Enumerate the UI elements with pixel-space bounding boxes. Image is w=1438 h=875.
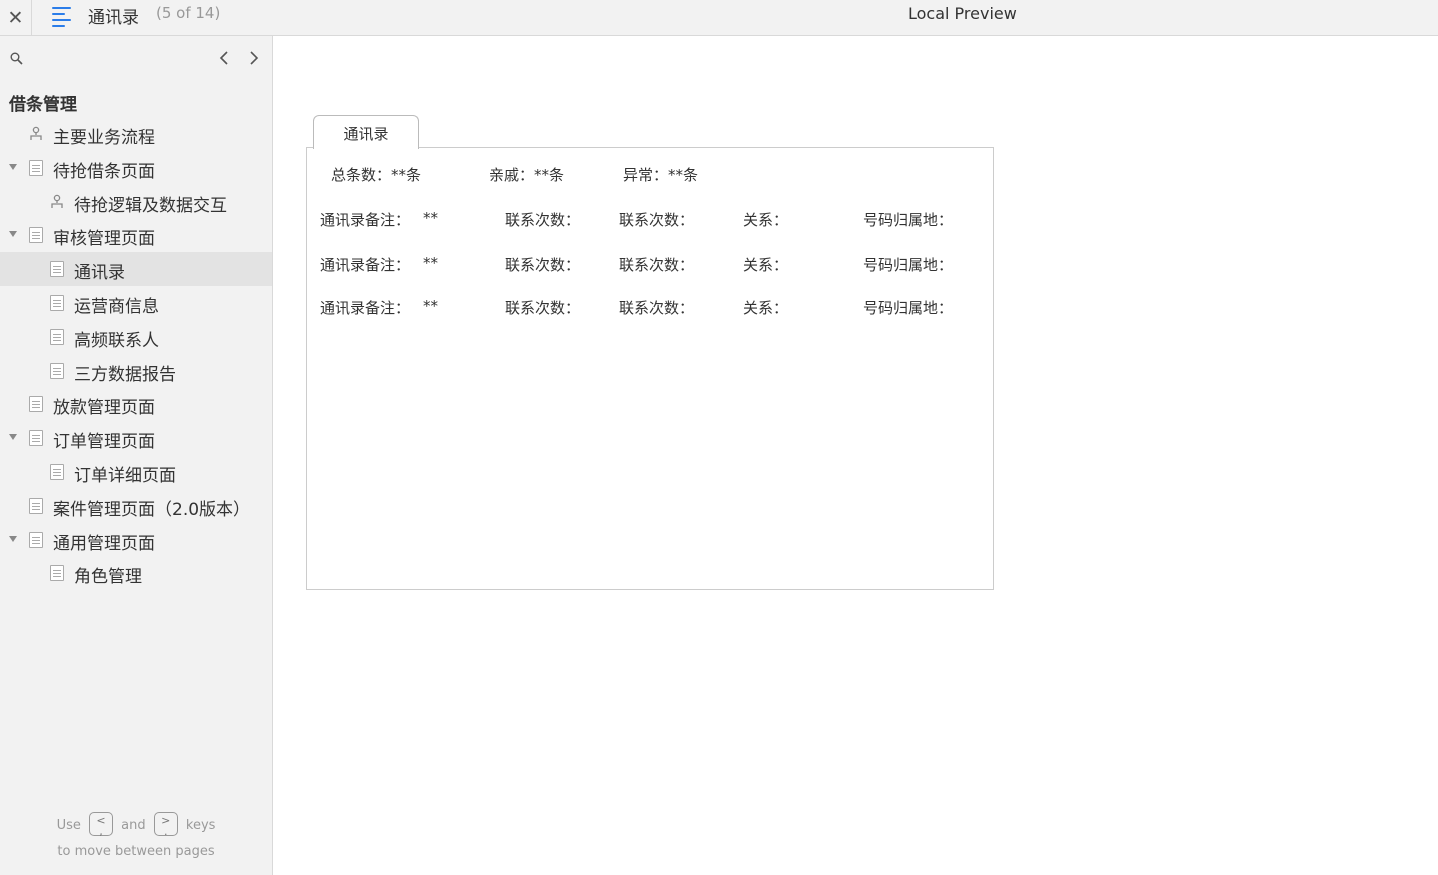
page-icon: [50, 464, 64, 480]
contact-note-value: **: [423, 297, 438, 315]
page-icon: [50, 363, 64, 379]
sidebar-item-label: 通用管理页面: [53, 534, 155, 554]
sidebar-item-label: 订单管理页面: [53, 432, 155, 452]
hint-text: and: [121, 818, 146, 833]
relation-label: 关系：: [743, 256, 789, 274]
sidebar-item-label: 审核管理页面: [53, 229, 155, 249]
sidebar-item-label: 待抢逻辑及数据交互: [74, 196, 227, 216]
sidebar-item[interactable]: 运营商信息: [0, 286, 272, 320]
expand-caret-icon[interactable]: [9, 536, 17, 542]
sidebar-item[interactable]: 角色管理: [0, 556, 272, 590]
number-location-label: 号码归属地：: [863, 256, 954, 274]
sidebar-item[interactable]: 主要业务流程: [0, 117, 272, 151]
top-bar: ✕ 通讯录 (5 of 14) Local Preview: [0, 0, 1438, 36]
flow-icon: [51, 194, 63, 208]
contact-note-label: 通讯录备注：: [320, 256, 411, 274]
previous-page-icon[interactable]: [216, 48, 232, 68]
contact-count-label: 联系次数：: [619, 211, 695, 229]
sidebar-item-label: 待抢借条页面: [53, 162, 155, 182]
sidebar-item[interactable]: 高频联系人: [0, 320, 272, 354]
summary-abnormal: 异常：**条: [623, 166, 699, 184]
sidebar-item-label: 案件管理页面（2.0版本）: [53, 500, 251, 520]
hint-text: keys: [185, 818, 216, 833]
sidebar-item-label: 运营商信息: [74, 297, 159, 317]
expand-caret-icon[interactable]: [9, 231, 17, 237]
sidebar-item-label: 三方数据报告: [74, 365, 176, 385]
number-location-label: 号码归属地：: [863, 299, 954, 317]
hint-text: Use: [56, 818, 81, 833]
page-icon: [29, 430, 43, 446]
contact-count-label: 联系次数：: [619, 256, 695, 274]
contact-count-label: 联系次数：: [505, 299, 581, 317]
keyboard-hint: Use <, and >. keys: [0, 812, 272, 837]
sidebar-item-label: 高频联系人: [74, 331, 159, 351]
contact-note-label: 通讯录备注：: [320, 211, 411, 229]
next-key-icon: >.: [153, 812, 178, 837]
tab-contacts[interactable]: 通讯录: [313, 115, 419, 149]
sidebar-item[interactable]: 通用管理页面: [0, 523, 272, 557]
sidebar-item-label: 订单详细页面: [74, 466, 176, 486]
preview-label: Local Preview: [908, 4, 1017, 23]
sidebar-item[interactable]: 案件管理页面（2.0版本）: [0, 489, 272, 523]
sidebar-item-label: 放款管理页面: [53, 398, 155, 418]
sidebar-item[interactable]: 待抢借条页面: [0, 151, 272, 185]
relation-label: 关系：: [743, 211, 789, 229]
next-page-icon[interactable]: [246, 48, 262, 68]
sidebar-item-label: 角色管理: [74, 567, 142, 587]
page-icon: [29, 532, 43, 548]
page-icon: [50, 565, 64, 581]
contacts-panel: 总条数：**条 亲戚：**条 异常：**条 通讯录备注： ** 联系次数： 联系次数：…: [306, 147, 994, 590]
sidebar-item[interactable]: 审核管理页面: [0, 218, 272, 252]
page-counter: (5 of 14): [156, 4, 221, 22]
page-icon: [50, 329, 64, 345]
sidebar-item[interactable]: 订单管理页面: [0, 421, 272, 455]
page-title: 通讯录: [88, 8, 139, 28]
menu-icon[interactable]: [50, 4, 74, 28]
contact-note-label: 通讯录备注：: [320, 299, 411, 317]
relation-label: 关系：: [743, 299, 789, 317]
sidebar-item-label: 主要业务流程: [53, 128, 155, 148]
contact-count-label: 联系次数：: [619, 299, 695, 317]
keyboard-hint-line2: to move between pages: [57, 844, 215, 859]
flow-icon: [30, 126, 42, 140]
number-location-label: 号码归属地：: [863, 211, 954, 229]
section-title: 借条管理: [9, 95, 77, 115]
contact-count-label: 联系次数：: [505, 256, 581, 274]
page-icon: [29, 498, 43, 514]
page-icon: [50, 295, 64, 311]
search-icon[interactable]: [10, 52, 23, 65]
sidebar-item[interactable]: 三方数据报告: [0, 354, 272, 388]
sidebar-item[interactable]: 通讯录: [0, 252, 272, 286]
sidebar-item-label: 通讯录: [74, 263, 125, 283]
close-button[interactable]: ✕: [0, 0, 32, 35]
sidebar-item[interactable]: 待抢逻辑及数据交互: [0, 185, 272, 219]
sidebar-item[interactable]: 放款管理页面: [0, 387, 272, 421]
expand-caret-icon[interactable]: [9, 434, 17, 440]
page-icon: [50, 261, 64, 277]
page-icon: [29, 227, 43, 243]
summary-relatives: 亲戚：**条: [489, 166, 565, 184]
expand-caret-icon[interactable]: [9, 164, 17, 170]
canvas: 通讯录 总条数：**条 亲戚：**条 异常：**条 通讯录备注： ** 联系次数： 联…: [274, 37, 1438, 875]
summary-total: 总条数：**条: [331, 166, 422, 184]
prev-key-icon: <,: [89, 812, 113, 837]
page-icon: [29, 160, 43, 176]
sidebar: 借条管理 主要业务流程 待抢借条页面待抢逻辑及数据交互审核管理页面通讯录运营商信息…: [0, 36, 273, 875]
contact-note-value: **: [423, 209, 438, 227]
contact-note-value: **: [423, 254, 438, 272]
contact-count-label: 联系次数：: [505, 211, 581, 229]
sidebar-item[interactable]: 订单详细页面: [0, 455, 272, 489]
page-icon: [29, 396, 43, 412]
